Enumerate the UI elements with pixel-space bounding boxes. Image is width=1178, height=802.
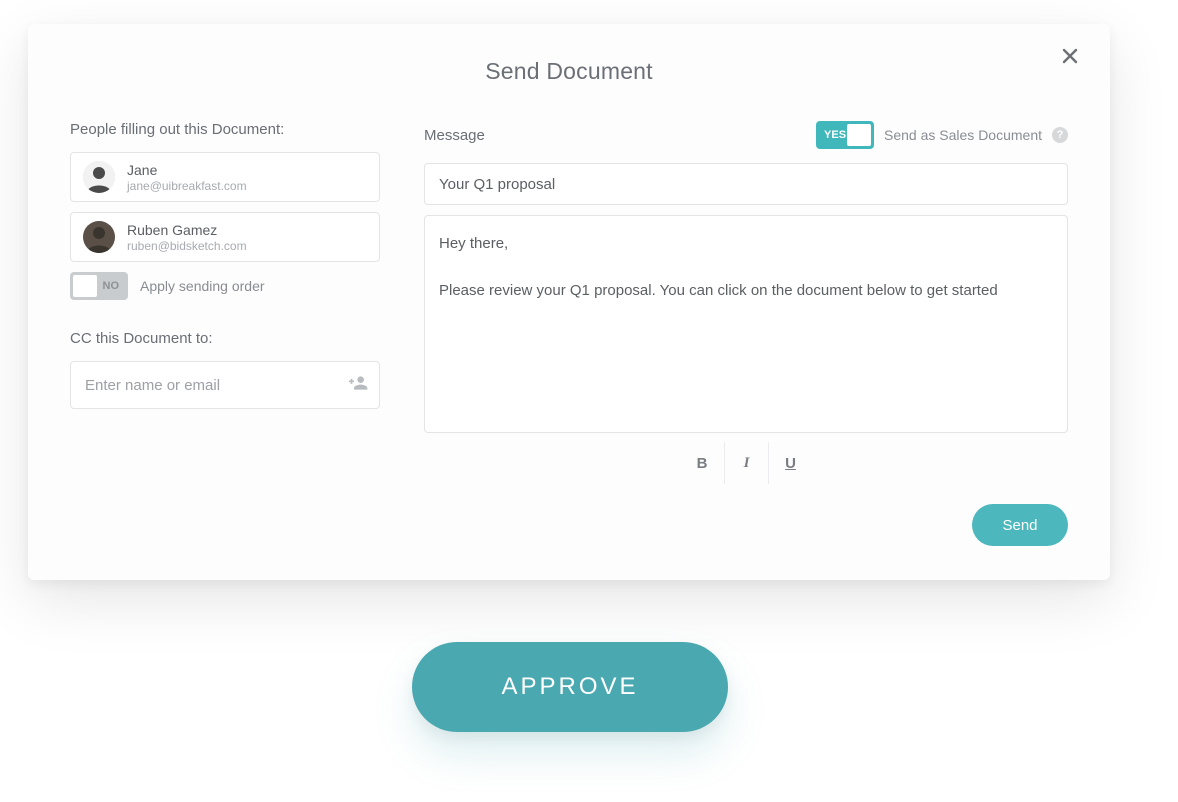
person-name: Jane [127, 162, 247, 178]
underline-button[interactable]: U [768, 442, 812, 484]
format-toolbar: B I U [424, 442, 1068, 484]
avatar [83, 221, 115, 253]
person-card[interactable]: Ruben Gamez ruben@bidsketch.com [70, 212, 380, 262]
toggle-knob [73, 275, 97, 297]
message-body-input[interactable] [424, 215, 1068, 433]
bold-button[interactable]: B [680, 442, 724, 484]
toggle-state-label: NO [103, 280, 120, 292]
close-icon [1062, 48, 1078, 69]
toggle-state-label: YES [824, 129, 846, 141]
sales-document-group: YES Send as Sales Document ? [816, 121, 1068, 149]
person-email: jane@uibreakfast.com [127, 179, 247, 193]
person-name: Ruben Gamez [127, 222, 247, 238]
message-label: Message [424, 127, 485, 144]
italic-button[interactable]: I [724, 442, 768, 484]
close-button[interactable] [1056, 44, 1084, 72]
send-document-modal: Send Document People filling out this Do… [28, 24, 1110, 580]
help-icon[interactable]: ? [1052, 127, 1068, 143]
sales-document-toggle[interactable]: YES [816, 121, 874, 149]
avatar [83, 161, 115, 193]
toggle-knob [847, 124, 871, 146]
subject-input[interactable] [424, 163, 1068, 205]
person-email: ruben@bidsketch.com [127, 239, 247, 253]
sending-order-label: Apply sending order [140, 278, 265, 294]
cc-label: CC this Document to: [70, 330, 380, 347]
sending-order-toggle[interactable]: NO [70, 272, 128, 300]
modal-title: Send Document [70, 58, 1068, 85]
approve-button[interactable]: APPROVE [412, 642, 728, 732]
right-panel: Message YES Send as Sales Document ? B I… [424, 121, 1068, 546]
people-label: People filling out this Document: [70, 121, 380, 138]
send-button[interactable]: Send [972, 504, 1068, 546]
left-panel: People filling out this Document: Jane j… [70, 121, 380, 546]
person-card[interactable]: Jane jane@uibreakfast.com [70, 152, 380, 202]
cc-input-wrap[interactable] [70, 361, 380, 409]
cc-input[interactable] [85, 377, 349, 394]
sales-document-label: Send as Sales Document [884, 127, 1042, 143]
add-person-icon[interactable] [349, 373, 369, 398]
